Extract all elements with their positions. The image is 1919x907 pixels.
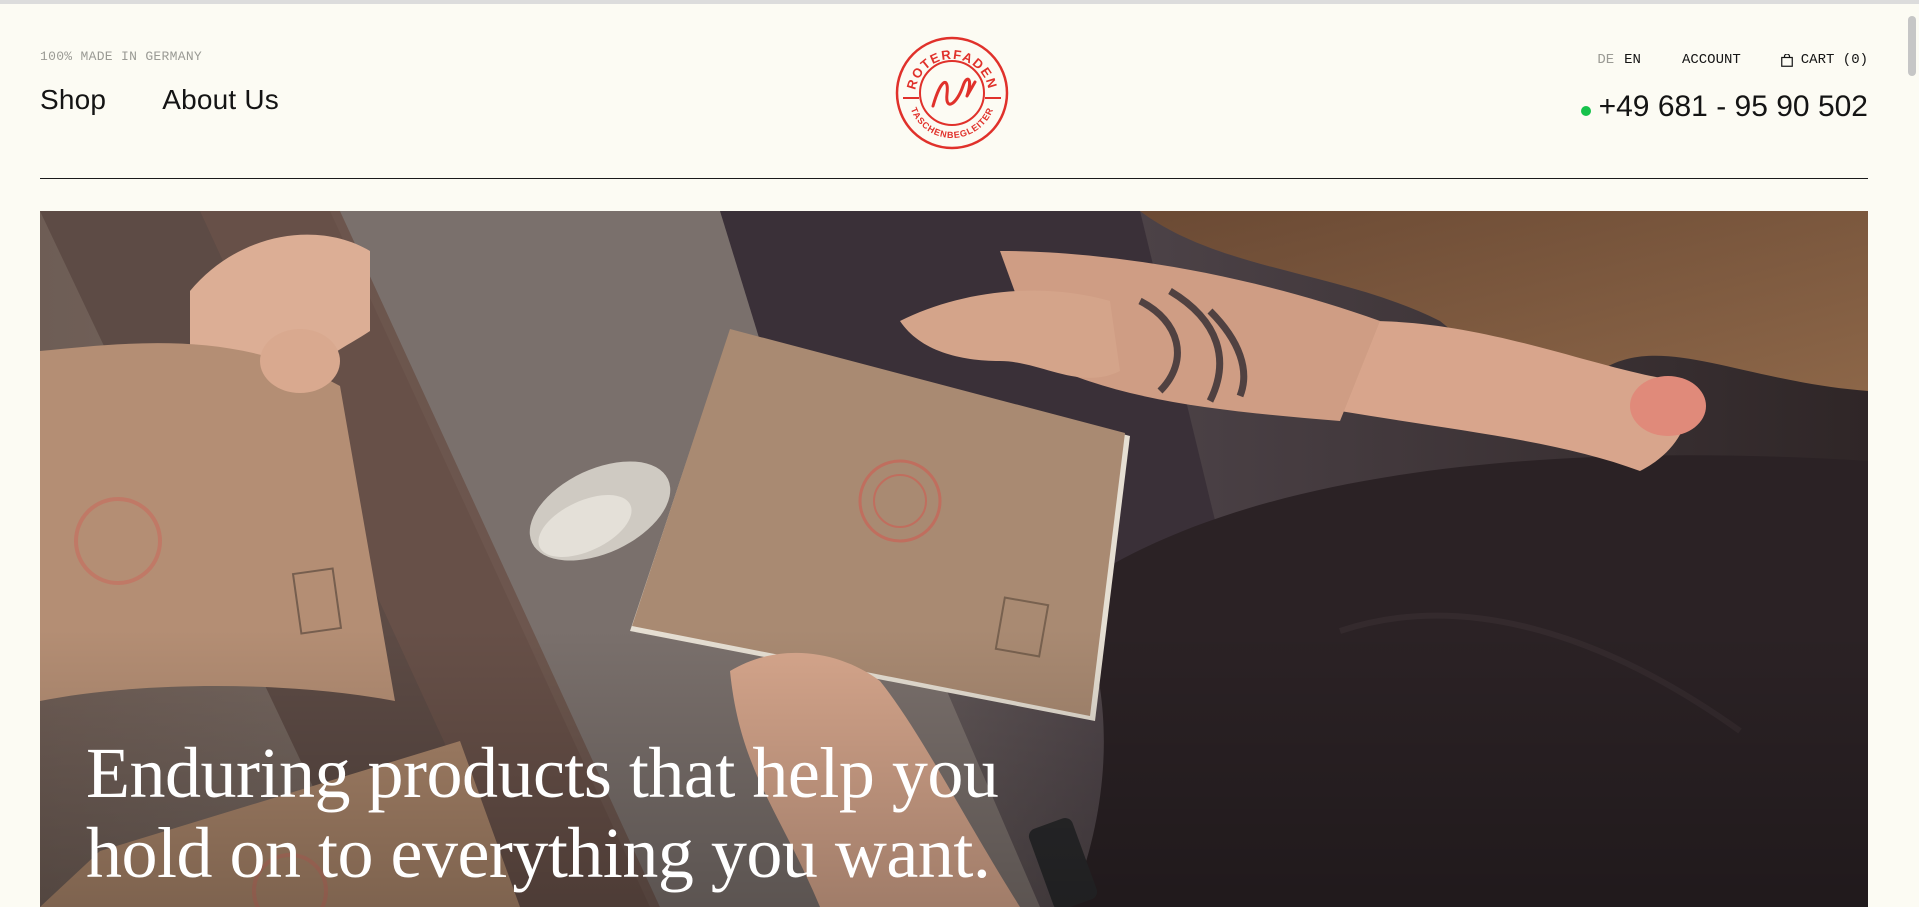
logo-seal-icon: ROTERFADEN TASCHENBEGLEITER	[895, 36, 1009, 150]
cart-link[interactable]: CART (0)	[1780, 52, 1868, 68]
main-nav: Shop About Us	[40, 84, 279, 116]
online-status-dot	[1580, 106, 1591, 116]
hero-headline: Enduring products that help you hold on …	[86, 733, 1186, 893]
phone-number: +49 681 - 95 90 502	[1598, 90, 1868, 123]
lang-en-link[interactable]: EN	[1624, 52, 1641, 68]
header-divider	[40, 178, 1868, 179]
page-scrollbar[interactable]	[1904, 4, 1919, 907]
lang-de-link[interactable]: DE	[1597, 52, 1614, 68]
logo-bottom-text: TASCHENBEGLEITER	[909, 106, 995, 140]
cart-label: CART (0)	[1800, 52, 1868, 68]
shopping-bag-icon	[1780, 53, 1793, 67]
phone-link[interactable]: +49 681 - 95 90 502	[1580, 90, 1868, 124]
scrollbar-thumb[interactable]	[1908, 16, 1916, 76]
made-in-germany-tagline: 100% MADE IN GERMANY	[40, 49, 203, 64]
utility-nav: DE EN ACCOUNT CART (0)	[1597, 52, 1868, 68]
svg-text:TASCHENBEGLEITER: TASCHENBEGLEITER	[909, 106, 996, 140]
nav-about-us-link[interactable]: About Us	[162, 84, 279, 116]
hero-banner: Enduring products that help you hold on …	[40, 211, 1868, 907]
nav-shop-link[interactable]: Shop	[40, 84, 106, 116]
hero-headline-line-2: hold on to everything you want.	[86, 813, 991, 893]
logo-top-text: ROTERFADEN	[904, 47, 999, 91]
svg-text:ROTERFADEN: ROTERFADEN	[904, 47, 1001, 91]
hero-headline-line-1: Enduring products that help you	[86, 733, 999, 813]
site-header: 100% MADE IN GERMANY Shop About Us ROTER…	[0, 4, 1904, 179]
account-link[interactable]: ACCOUNT	[1682, 52, 1741, 68]
language-switcher: DE EN	[1597, 52, 1641, 68]
roterfaden-logo[interactable]: ROTERFADEN TASCHENBEGLEITER	[893, 34, 1011, 152]
